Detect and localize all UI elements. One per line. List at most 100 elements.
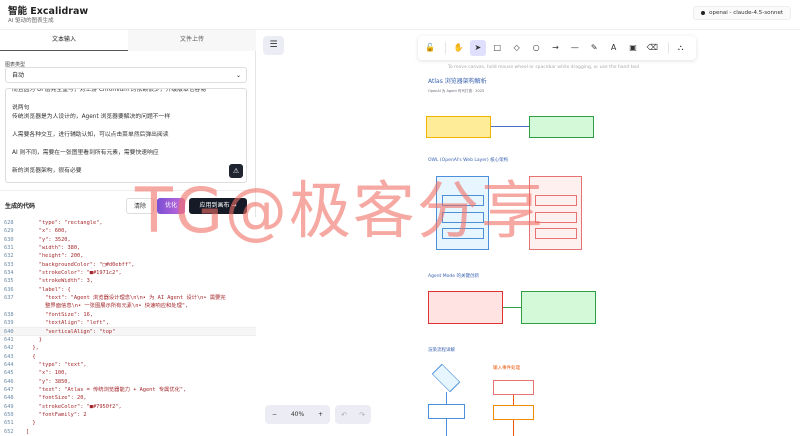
code-text: "type": "text", [26, 361, 87, 368]
line-number: 648 [4, 395, 14, 402]
model-selector[interactable]: openai - claude-4.5-sonnet [693, 6, 791, 20]
excalidraw-canvas[interactable]: ☰ 🔓 ✋ ➤ □ ◇ ○ → — ✎ A ▣ ⌫ ⛬ To move canvas, hold mou… [256, 30, 800, 436]
code-editor[interactable]: 628 "type": "rectangle", 629 "x": 600, 630… [0, 217, 256, 436]
diagram-box-inner[interactable] [535, 228, 577, 239]
code-text: "height": 200, [26, 253, 84, 260]
diagram-box-red-small[interactable] [493, 380, 534, 395]
image-icon[interactable]: ▣ [625, 40, 641, 56]
diamond-icon[interactable]: ◇ [508, 40, 524, 56]
code-text: ] [26, 428, 30, 435]
library-icon[interactable]: ⛬ [673, 40, 689, 56]
text-icon[interactable]: A [605, 40, 621, 56]
diagram-title: Atlas 浏览器架构解析 [428, 78, 487, 85]
diagram-diamond[interactable] [431, 363, 461, 393]
zoom-out-button[interactable]: − [272, 411, 277, 418]
code-text: "x": 600, [26, 228, 68, 235]
code-line: 636 "label": { [0, 286, 256, 294]
code-line: 634 "strokeColor": "■#1971c2", [0, 269, 256, 277]
selection-icon[interactable]: ➤ [469, 40, 487, 56]
line-icon[interactable]: — [567, 40, 583, 56]
line-number: 651 [4, 420, 14, 427]
optimize-button[interactable]: 优化 [157, 198, 185, 214]
diagram-subtitle: OpenAI 为 Agent 时代打造 · 2025 [428, 89, 485, 93]
code-line: 646 "y": 3850, [0, 378, 256, 386]
model-label: openai - claude-4.5-sonnet [709, 10, 783, 16]
code-line: 整界面信息\n• 一张图展示所有元素\n• 快速响应和处理", [0, 302, 256, 310]
line-number: 652 [4, 428, 14, 435]
app-title: 智能 Excalidraw [8, 6, 89, 17]
code-line: 635 "strokeWidth": 3, [0, 277, 256, 285]
ellipse-icon[interactable]: ○ [528, 40, 544, 56]
code-text: "text": "Atlas = 传统浏览器能力 + Agent 专属优化", [26, 386, 187, 393]
excalidraw-logo-icon[interactable]: ⚠ [229, 164, 243, 178]
prompt-line: 传统浏览器是为人设计的，Agent 浏览器要解决的问题不一样 [12, 114, 171, 120]
diagram-box-green-2[interactable] [521, 291, 596, 324]
diagram-arrow[interactable] [446, 392, 447, 404]
diagram-box-yellow[interactable] [426, 116, 491, 138]
eraser-icon[interactable]: ⌫ [644, 40, 660, 56]
line-number: 649 [4, 403, 14, 410]
prompt-textarea[interactable]: 而且因为 UI 层完全重写，对上游 Chromium 的依赖很少，升级版本也容易… [5, 88, 247, 183]
prompt-line [12, 158, 240, 167]
code-line: 630 "y": 3520, [0, 236, 256, 244]
code-line: 644 "type": "text", [0, 361, 256, 369]
redo-icon[interactable]: ↷ [359, 411, 365, 419]
chart-type-select[interactable]: 自动 ⌄ [5, 67, 247, 83]
diagram-box-inner[interactable] [535, 212, 577, 223]
line-number: 637 [4, 295, 14, 302]
rectangle-icon[interactable]: □ [489, 40, 505, 56]
prompt-line: 而且因为 UI 层完全重写，对上游 Chromium 的依赖很少，升级版本也容易 [12, 88, 207, 93]
code-text: "y": 3850, [26, 378, 71, 385]
diagram-arrow[interactable] [491, 126, 529, 127]
diagram-box-red[interactable] [428, 291, 503, 324]
code-text: "x": 100, [26, 370, 68, 377]
prompt-line [12, 122, 240, 131]
diagram-box-inner[interactable] [442, 212, 484, 223]
diagram-arrow[interactable] [503, 307, 521, 308]
line-number: 628 [4, 220, 14, 226]
code-text: "strokeColor": "■#7950f2", [26, 403, 122, 410]
diagram-box-inner[interactable] [442, 195, 484, 206]
line-number: 639 [4, 320, 14, 327]
diagram-box-inner[interactable] [442, 228, 484, 239]
code-line: 637 "text": "Agent 浏览器设计理念\n\n• 为 AI Age… [0, 294, 256, 302]
lock-icon[interactable]: 🔓 [422, 40, 438, 56]
tab-text-input[interactable]: 文本输入 [0, 30, 128, 51]
code-line: 650 "fontFamily": 2 [0, 411, 256, 419]
menu-button[interactable]: ☰ [263, 36, 284, 55]
line-number: 647 [4, 386, 14, 393]
diagram-section-render: 渲染流程详解 [428, 348, 455, 353]
hand-icon[interactable]: ✋ [450, 40, 466, 56]
left-panel: 文本输入 文件上传 图表类型 自动 ⌄ 而且因为 UI 层完全重写，对上游 Chr… [0, 30, 256, 436]
diagram-arrow[interactable] [446, 419, 447, 436]
diagram-box-orange[interactable] [493, 405, 534, 420]
code-text: } [26, 420, 36, 427]
tab-file-upload[interactable]: 文件上传 [128, 30, 256, 51]
diagram-arrow[interactable] [513, 395, 514, 405]
code-text: { [26, 353, 36, 360]
prompt-line: 新的浏览器架构，很有必要 [12, 168, 82, 174]
line-number: 631 [4, 245, 14, 252]
line-number: 636 [4, 286, 14, 293]
toolbar-divider [667, 42, 669, 54]
diagram-box-blue[interactable] [428, 404, 465, 419]
zoom-controls: − 40% + [265, 405, 330, 424]
pencil-icon[interactable]: ✎ [586, 40, 602, 56]
code-line: 641 } [0, 336, 256, 344]
apply-to-canvas-button[interactable]: 应用到画布 → [189, 198, 247, 214]
diagram-box-green[interactable] [529, 116, 594, 138]
line-number: 635 [4, 278, 14, 285]
code-line: 640 "verticalAlign": "top" [0, 327, 256, 336]
status-dot-icon [701, 10, 706, 15]
code-text: "type": "rectangle", [26, 220, 103, 226]
zoom-in-button[interactable]: + [318, 411, 323, 418]
diagram-arrow[interactable] [513, 420, 514, 436]
app-header: 智能 Excalidraw AI 驱动的图表生成 openai - claude… [0, 0, 800, 30]
arrow-icon[interactable]: → [547, 40, 563, 56]
code-line: 647 "text": "Atlas = 传统浏览器能力 + Agent 专属优… [0, 386, 256, 394]
code-text: 整界面信息\n• 一张图展示所有元素\n• 快速响应和处理", [26, 303, 189, 310]
clear-button[interactable]: 清除 [126, 198, 154, 214]
diagram-box-inner[interactable] [535, 195, 577, 206]
undo-icon[interactable]: ↶ [341, 411, 347, 419]
code-text: "y": 3520, [26, 236, 71, 243]
